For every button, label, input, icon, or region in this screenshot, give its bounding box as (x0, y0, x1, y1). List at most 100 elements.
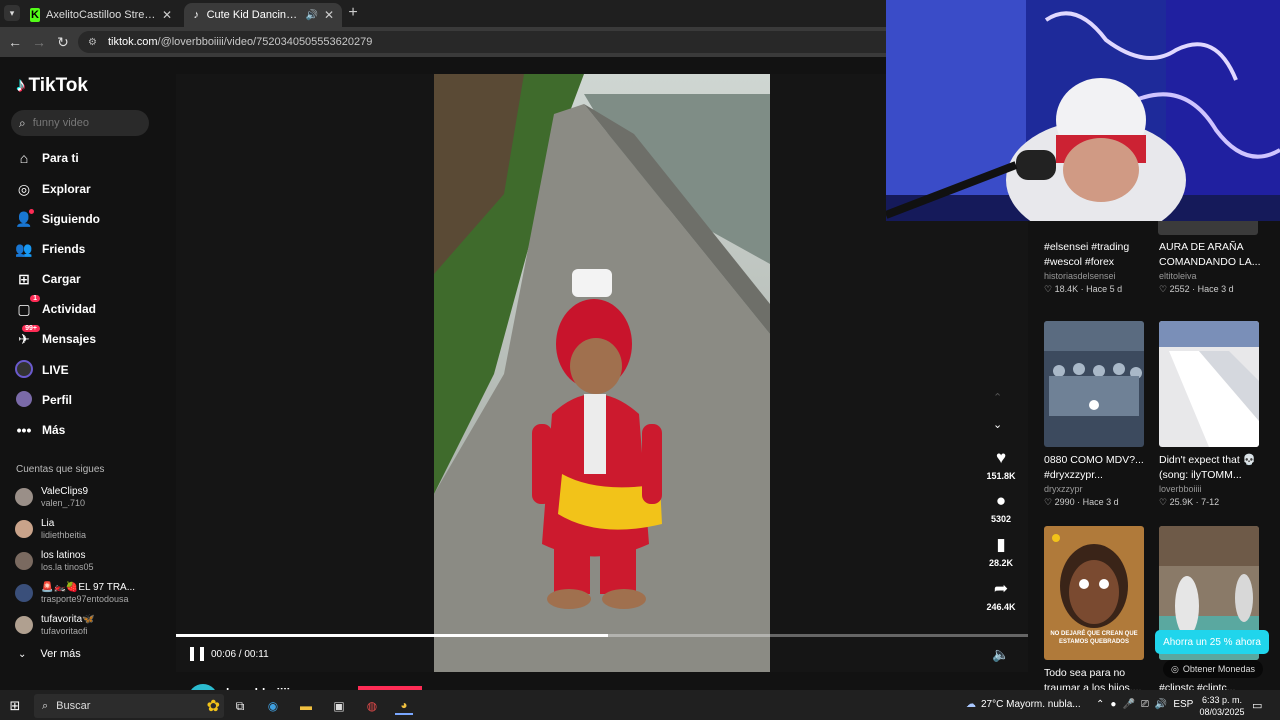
profile-icon (14, 390, 34, 410)
promo-button[interactable]: Ahorra un 25 % ahora (1155, 630, 1269, 654)
video-thumbnail[interactable]: NO DEJARÉ QUE CREAN QUE ESTAMOS QUEBRADO… (1044, 526, 1144, 660)
like-count: 2552 (1169, 284, 1190, 294)
like-button[interactable]: ♥ 151.8K (980, 447, 1022, 481)
recommended-video[interactable]: 0880 COMO MDV?... #dryxzzypr... dryxzzyp… (1044, 453, 1156, 508)
taskbar-search-label: Buscar (56, 700, 91, 712)
back-button[interactable]: ← (6, 33, 24, 51)
chevron-up-icon[interactable]: ⌃ (993, 391, 1002, 404)
app-icon: ◍ (366, 699, 378, 713)
account-name: Lia (41, 517, 55, 529)
recommended-video[interactable]: #elsensei #trading #wescol #forex histor… (1044, 240, 1152, 295)
search-box[interactable]: ⌕ (11, 110, 149, 136)
volume-button[interactable]: 🔈 (992, 646, 1009, 663)
tab-search-button[interactable]: ▾ (4, 5, 20, 21)
reload-button[interactable]: ↻ (54, 33, 72, 51)
followed-account[interactable]: 🚨🏍️🍓EL 97 TRA... trasporte97entodousa (15, 579, 135, 607)
tiktok-logo[interactable]: ♪ TikTok (16, 75, 88, 97)
share-icon: ➦ (993, 579, 1009, 598)
speaker-icon[interactable]: 🔊 (305, 10, 317, 21)
address-bar[interactable]: ⚙ tiktok.com/@loverbboiiii/video/7520340… (78, 31, 886, 53)
windows-start-button[interactable]: ⊞ (6, 697, 24, 715)
notification-badge: 1 (30, 294, 40, 302)
app-button[interactable]: ◍ (363, 697, 381, 715)
recommended-video[interactable]: AURA DE ARAÑA COMANDANDO LA... eltitolei… (1159, 240, 1269, 295)
bookmark-count: 28.2K (988, 558, 1014, 568)
notification-button[interactable]: ▭ (1252, 699, 1262, 712)
following-section-title: Cuentas que sigues (16, 464, 105, 475)
comment-button[interactable]: ● 5302 (980, 490, 1022, 524)
search-input[interactable] (32, 117, 133, 129)
video-age: Hace 3 d (1082, 497, 1119, 507)
sidebar-item-label: Actividad (42, 302, 97, 316)
site-info-icon[interactable]: ⚙ (88, 37, 100, 48)
followed-account[interactable]: Lia lidiethbeitia (15, 515, 86, 543)
sidebar-item-label: Friends (42, 242, 86, 256)
search-icon: ⌕ (42, 699, 49, 712)
taskbar-search[interactable]: ⌕ Buscar ✿ (34, 694, 224, 718)
avatar (15, 552, 33, 570)
sidebar-item-live[interactable]: LIVE (14, 359, 69, 381)
pause-icon (200, 647, 204, 661)
pause-button[interactable] (190, 647, 204, 661)
task-view-icon: ⧉ (235, 698, 245, 713)
followed-account[interactable]: tufavorita🦋 tufavoritaofi (15, 611, 95, 639)
video-thumbnail[interactable] (1158, 221, 1258, 235)
share-button[interactable]: ➦ 246.4K (980, 578, 1022, 612)
weather-widget[interactable]: ☁ 27°C Mayorm. nubla... (966, 699, 1081, 710)
video-author: loverbboiiii (1159, 484, 1202, 494)
recommended-video[interactable]: Didn't expect that 💀 (song: ilyTOMM... l… (1159, 453, 1269, 508)
tab-tiktok-video[interactable]: ♪ Cute Kid Dancing to ilyTOMMY 🔊 ✕ (184, 3, 342, 27)
new-tab-button[interactable]: + (345, 4, 361, 24)
sidebar-item-label: Siguiendo (42, 212, 100, 226)
sidebar-item-mensajes[interactable]: ✈ 99+ Mensajes (14, 324, 96, 350)
sidebar-item-para-ti[interactable]: ⌂ Para ti (14, 147, 79, 169)
sidebar-item-perfil[interactable]: Perfil (14, 389, 72, 411)
chevron-up-icon[interactable]: ⌃ (1096, 699, 1104, 710)
chrome-button[interactable]: ◕ (395, 697, 413, 715)
tab-title: Cute Kid Dancing to ilyTOMMY (206, 9, 300, 21)
store-button[interactable]: ▣ (330, 697, 348, 715)
close-icon[interactable]: ✕ (162, 8, 172, 22)
search-icon: ⌕ (19, 115, 26, 130)
video-thumbnail[interactable] (1159, 321, 1259, 447)
followed-account[interactable]: ValeClips9 valen_.710 (15, 483, 88, 511)
microphone-icon[interactable]: 🎤 (1122, 699, 1134, 710)
sidebar-item-actividad[interactable]: ▢ 1 Actividad (14, 294, 97, 320)
network-icon[interactable]: ⎚ (1141, 699, 1149, 710)
video-author: eltitoleiva (1159, 271, 1197, 281)
bookmark-icon: ▮ (996, 535, 1006, 554)
record-icon[interactable]: ● (1110, 699, 1116, 710)
bookmark-button[interactable]: ▮ 28.2K (980, 534, 1022, 568)
video-frame[interactable] (434, 74, 770, 672)
file-explorer-button[interactable]: ▬ (297, 697, 315, 715)
get-coins-button[interactable]: ◎ Obtener Monedas (1163, 660, 1263, 678)
messages-badge: 99+ (22, 324, 40, 332)
avatar (15, 520, 33, 538)
sidebar-item-explorar[interactable]: ◎ Explorar (14, 178, 91, 200)
chevron-down-icon[interactable]: ⌄ (993, 418, 1002, 431)
video-scene (434, 74, 770, 672)
account-username: trasporte97entodousa (41, 593, 129, 604)
edge-button[interactable]: ◉ (264, 697, 282, 715)
speaker-icon[interactable]: 🔊 (1155, 699, 1167, 710)
taskbar-clock[interactable]: 6:33 p. m. 08/03/2025 (1198, 694, 1246, 718)
video-thumbnail[interactable] (1044, 321, 1144, 447)
messages-icon: ✈ 99+ (14, 324, 40, 348)
sidebar-item-mas[interactable]: ••• Más (14, 419, 66, 441)
tab-kick-stream[interactable]: K AxelitoCastilloo Stream - Watch ✕ (22, 3, 180, 27)
avatar (15, 584, 33, 602)
arrow-left-icon: ← (8, 34, 22, 50)
close-icon[interactable]: ✕ (324, 8, 334, 22)
see-more-button[interactable]: ⌄ Ver más (18, 648, 81, 660)
followed-account[interactable]: los latinos los.la tinos05 (15, 547, 94, 575)
sidebar-item-cargar[interactable]: ⊞ Cargar (14, 268, 81, 290)
task-view-button[interactable]: ⧉ (231, 697, 249, 715)
forward-button[interactable]: → (30, 33, 48, 51)
live-icon (14, 359, 34, 381)
reload-icon: ↻ (57, 34, 69, 50)
language-indicator[interactable]: ESP (1173, 699, 1193, 710)
video-time: 00:06 / 00:11 (211, 649, 269, 660)
sidebar-item-friends[interactable]: 👥 Friends (14, 238, 85, 260)
video-author: historiasdelsensei (1044, 271, 1116, 281)
sidebar-item-siguiendo[interactable]: 👤 Siguiendo (14, 208, 100, 230)
